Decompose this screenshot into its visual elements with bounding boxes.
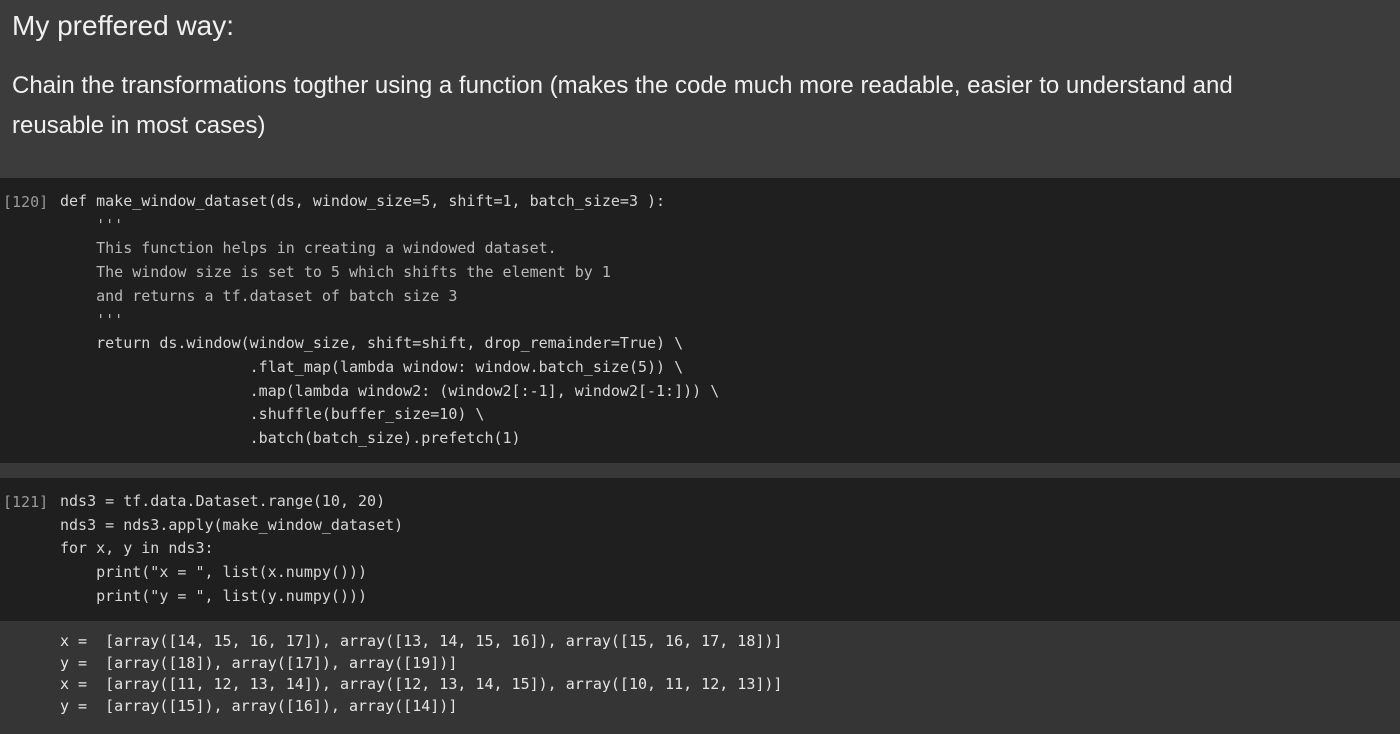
code-line: .batch(batch_size).prefetch(1) <box>60 429 521 448</box>
code-line: This function helps in creating a window… <box>60 239 557 258</box>
text-cell[interactable]: My preffered way: Chain the transformati… <box>0 0 1400 178</box>
execution-count: [120] <box>3 193 49 211</box>
code-cell-121[interactable]: [121] nds3 = tf.data.Dataset.range(10, 2… <box>0 478 1400 621</box>
code-line: and returns a tf.dataset of batch size 3 <box>60 286 458 305</box>
code-line: print("y = ", list(y.numpy())) <box>60 586 368 605</box>
cell-heading: My preffered way: <box>12 10 235 41</box>
code-line: ''' <box>60 310 124 329</box>
code-line: .map(lambda window2: (window2[:-1], wind… <box>60 381 720 400</box>
code-line: .flat_map(lambda window: window.batch_si… <box>60 357 684 376</box>
code-line: nds3 = nds3.apply(make_window_dataset) <box>60 515 404 534</box>
code-line: print("x = ", list(x.numpy())) <box>60 563 368 582</box>
output-line: x = [array([11, 12, 13, 14]), array([12,… <box>60 675 783 693</box>
code-editor[interactable]: def make_window_dataset(ds, window_size=… <box>60 190 719 451</box>
cell-paragraph: Chain the transformations togther using … <box>12 72 1233 139</box>
code-line: nds3 = tf.data.Dataset.range(10, 20) <box>60 492 386 510</box>
output-line: y = [array([18]), array([17]), array([19… <box>60 653 458 672</box>
output-text: x = [array([14, 15, 16, 17]), array([13,… <box>60 631 782 717</box>
code-line: ''' <box>60 215 124 234</box>
execution-count: [121] <box>3 493 49 511</box>
code-line: def make_window_dataset(ds, window_size=… <box>60 192 666 210</box>
code-line: .shuffle(buffer_size=10) \ <box>60 405 485 424</box>
cell-output: x = [array([14, 15, 16, 17]), array([13,… <box>0 621 1400 734</box>
output-line: x = [array([14, 15, 16, 17]), array([13,… <box>60 632 783 650</box>
code-line: return ds.window(window_size, shift=shif… <box>60 334 684 353</box>
code-line: The window size is set to 5 which shifts… <box>60 263 611 282</box>
output-line: y = [array([15]), array([16]), array([14… <box>60 696 458 715</box>
cell-separator <box>0 463 1400 478</box>
code-cell-120[interactable]: [120] def make_window_dataset(ds, window… <box>0 178 1400 463</box>
code-editor[interactable]: nds3 = tf.data.Dataset.range(10, 20) nds… <box>60 490 403 609</box>
code-line: for x, y in nds3: <box>60 539 214 558</box>
